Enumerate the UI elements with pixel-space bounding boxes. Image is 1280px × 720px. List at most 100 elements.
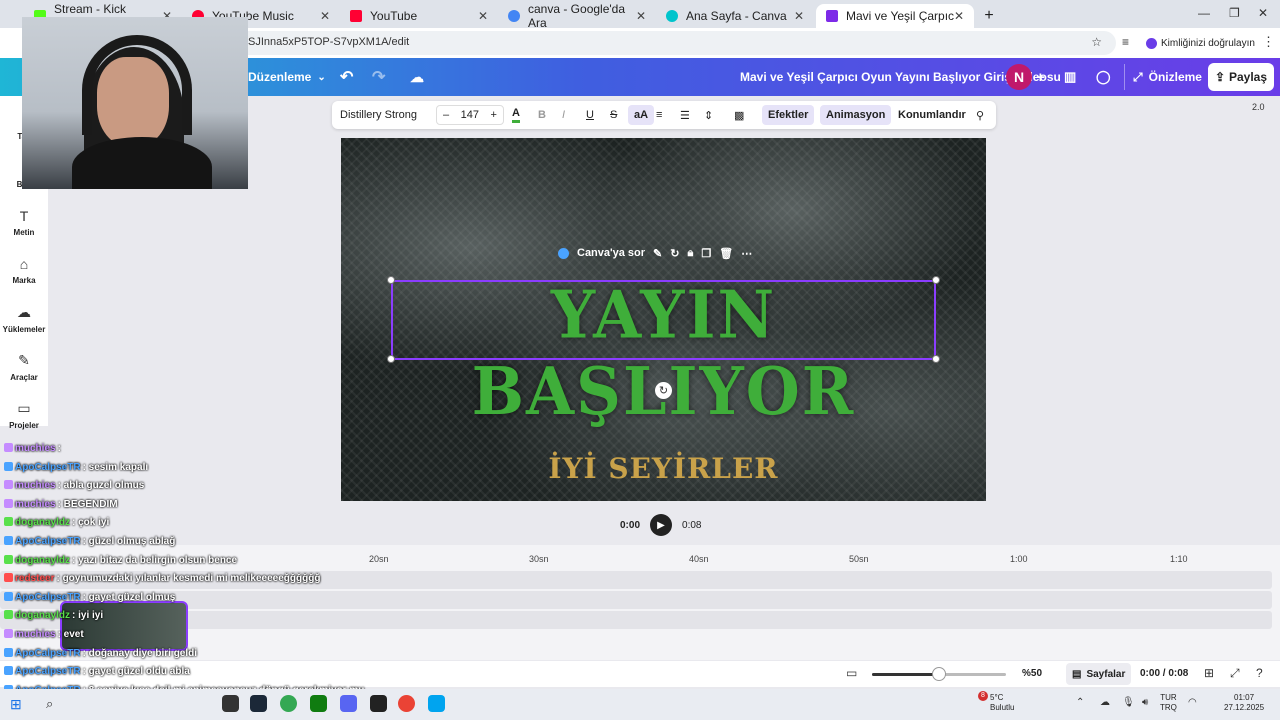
chrome-active-icon[interactable]	[398, 695, 415, 712]
resize-handle[interactable]	[932, 355, 940, 363]
folder-icon: ▭	[17, 400, 31, 416]
font-family-select[interactable]: Distillery Strong	[340, 105, 428, 125]
app-icon[interactable]	[222, 695, 239, 712]
tab-canva-home[interactable]: Ana Sayfa - Canva ✕	[656, 4, 814, 28]
close-icon[interactable]: ✕	[320, 9, 330, 23]
subtitle-text[interactable]: İYİ SEYİRLER	[341, 452, 986, 485]
pages-button[interactable]: ▤ Sayfalar	[1066, 663, 1132, 685]
window-close-icon[interactable]: ✕	[1258, 6, 1268, 20]
refresh-icon[interactable]: ↻	[670, 247, 679, 260]
increase-size-button[interactable]: +	[491, 109, 497, 121]
cloud-icon[interactable]: ☁	[1100, 697, 1110, 708]
clock[interactable]: 01:07 27.12.2025	[1224, 693, 1264, 713]
xbox-icon[interactable]	[310, 695, 327, 712]
timeline-tick: 30sn	[529, 554, 549, 564]
decrease-size-button[interactable]: –	[443, 109, 449, 121]
close-icon[interactable]: ✕	[636, 9, 646, 23]
reading-list-icon[interactable]: ≡	[1122, 35, 1129, 49]
chat-badge-icon	[4, 666, 13, 676]
preview-button[interactable]: ⤢ Önizleme	[1124, 64, 1202, 90]
cloud-sync-icon[interactable]: ☁	[410, 64, 424, 90]
bold-button[interactable]: B	[538, 105, 546, 125]
zoom-slider[interactable]	[872, 667, 1006, 681]
tab-google-search[interactable]: canva - Google'da Ara ✕	[498, 2, 656, 30]
close-icon[interactable]: ✕	[954, 9, 964, 23]
chat-username: muchies	[15, 480, 56, 492]
speaker-icon[interactable]: 🔊︎	[1142, 697, 1148, 708]
windows-start-icon[interactable]: ⊞	[10, 696, 22, 713]
effects-button[interactable]: Efektler	[762, 105, 815, 125]
more-icon[interactable]: ⋯	[741, 247, 752, 260]
sidebar-item-tools[interactable]: ✎ Araçlar	[0, 352, 48, 382]
underline-button[interactable]: U	[586, 105, 594, 125]
zoom-slider-thumb[interactable]	[932, 667, 946, 681]
close-icon[interactable]: ✕	[478, 9, 488, 23]
align-center-icon[interactable]: ≡	[656, 105, 662, 125]
help-icon[interactable]: ?	[1256, 666, 1263, 680]
insights-icon[interactable]: ▥	[1064, 64, 1076, 90]
magic-edit-icon[interactable]: ✎	[653, 247, 662, 260]
close-icon[interactable]: ✕	[794, 9, 804, 23]
tab-youtube[interactable]: YouTube ✕	[340, 4, 498, 28]
chat-username: muchies	[15, 498, 56, 510]
verify-identity-button[interactable]: Kimliğinizi doğrulayın	[1146, 34, 1255, 52]
chrome-icon[interactable]	[280, 695, 297, 712]
transparency-icon[interactable]: ▩	[734, 105, 744, 125]
language-indicator[interactable]: TUR TRQ	[1160, 693, 1177, 713]
chat-message: muchies: BEGENDIM	[4, 498, 118, 510]
fullscreen-icon[interactable]: ⤢	[1230, 666, 1240, 681]
menu-dots-icon[interactable]: ⋮	[1262, 34, 1275, 50]
search-icon[interactable]: ⌕	[46, 696, 53, 712]
font-size-stepper[interactable]: – 147 +	[436, 105, 504, 125]
tab-canva-design[interactable]: Mavi ve Yeşil Çarpıcı Oyun Yayı ✕	[816, 4, 974, 28]
sidebar-item-brand[interactable]: ⌂ Marka	[0, 256, 48, 285]
obs-icon[interactable]	[370, 695, 387, 712]
italic-button[interactable]: I	[562, 105, 565, 125]
avatar[interactable]: N	[1006, 64, 1032, 90]
case-button[interactable]: aA	[628, 105, 655, 125]
add-collaborator-icon[interactable]: +	[1036, 64, 1045, 90]
format-painter-icon[interactable]: ⚲	[976, 105, 984, 125]
bookmark-star-icon[interactable]: ☆	[1091, 35, 1102, 49]
notes-icon[interactable]: ▭	[846, 666, 857, 680]
resize-handle[interactable]	[387, 276, 395, 284]
discord-icon[interactable]	[340, 695, 357, 712]
strikethrough-button[interactable]: S	[610, 105, 617, 125]
text-color-icon[interactable]: A	[512, 105, 520, 123]
spacing-icon[interactable]: ⇕	[704, 105, 713, 125]
chevron-up-icon[interactable]: ⌃	[1076, 697, 1084, 708]
ask-canva-button[interactable]: Canva'ya sor	[577, 247, 645, 259]
edit-menu-button[interactable]: Düzenleme ⌄	[248, 64, 326, 90]
duplicate-icon[interactable]: ❐	[701, 247, 711, 260]
grid-view-icon[interactable]: ⊞	[1204, 666, 1214, 680]
comment-icon[interactable]: ◯	[1096, 64, 1111, 90]
delete-icon[interactable]: 🗑︎	[719, 247, 733, 260]
resize-handle[interactable]	[932, 276, 940, 284]
new-tab-button[interactable]: +	[978, 4, 1000, 28]
undo-icon[interactable]: ↶	[340, 64, 353, 90]
files-icon[interactable]	[428, 695, 445, 712]
redo-icon[interactable]: ↷	[372, 64, 385, 90]
microphone-icon[interactable]: 🎙︎	[1122, 697, 1135, 708]
text-icon: T	[19, 208, 29, 224]
url-input[interactable]: SJInna5xP5TOP-S7vpXM1A/edit ☆	[236, 31, 1116, 55]
weather-widget[interactable]: 8 5°C Bulutlu	[972, 691, 1014, 713]
sidebar-item-uploads[interactable]: ☁ Yüklemeler	[0, 304, 48, 334]
resize-handle[interactable]	[387, 355, 395, 363]
animation-button[interactable]: Animasyon	[820, 105, 892, 125]
wifi-icon[interactable]: ◠	[1188, 697, 1197, 708]
sidebar-item-text[interactable]: T Metin	[0, 208, 48, 237]
play-button[interactable]: ▶	[650, 514, 673, 536]
minimize-icon[interactable]: —	[1198, 6, 1210, 20]
chat-text: : gayet güzel olmuş	[82, 591, 176, 603]
pages-icon: ▤	[1072, 668, 1082, 680]
font-size-value[interactable]: 147	[461, 109, 479, 121]
position-button[interactable]: Konumlandır	[898, 105, 966, 125]
rotate-handle-icon[interactable]: ↻	[655, 382, 672, 399]
zoom-percent[interactable]: %50	[1022, 668, 1042, 679]
maximize-icon[interactable]: ❐	[1229, 6, 1240, 20]
list-icon[interactable]: ☰	[680, 105, 690, 125]
lock-icon[interactable]: 🔒︎	[687, 247, 693, 260]
share-button[interactable]: ⇪ Paylaş	[1208, 63, 1274, 91]
steam-icon[interactable]	[250, 695, 267, 712]
